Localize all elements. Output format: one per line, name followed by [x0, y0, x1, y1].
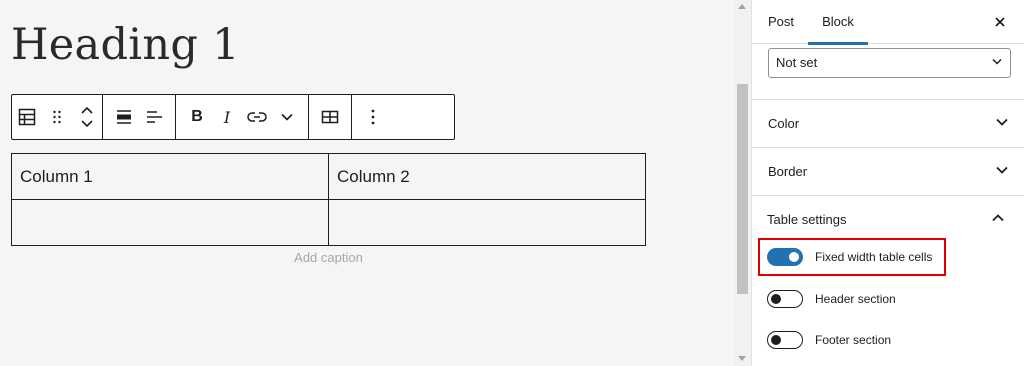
- panel-title: Border: [768, 164, 808, 179]
- table-settings-title[interactable]: Table settings: [767, 212, 847, 227]
- italic-label: I: [223, 107, 231, 127]
- tab-block[interactable]: Block: [808, 0, 868, 45]
- table-caption[interactable]: Add caption: [11, 250, 646, 265]
- link-icon[interactable]: [242, 95, 272, 139]
- table-cell[interactable]: Column 1: [11, 153, 329, 200]
- chevron-down-icon: [996, 118, 1008, 126]
- table-block: Column 1 Column 2 Add caption: [11, 153, 646, 265]
- editor-canvas: Heading 1 B I Column 1 Column 2 Add capt…: [0, 0, 734, 366]
- select-value: Not set: [776, 55, 818, 70]
- toggle-knob: [771, 294, 781, 304]
- panel-color[interactable]: Color: [752, 100, 1024, 148]
- toolbar-group-align: [103, 95, 176, 139]
- chevron-down-icon: [996, 166, 1008, 174]
- table-cell[interactable]: [328, 199, 646, 246]
- scrollbar-thumb[interactable]: [737, 84, 748, 294]
- chevron-down-icon[interactable]: [272, 95, 302, 139]
- table-icon[interactable]: [12, 95, 42, 139]
- toggle-label: Footer section: [815, 333, 892, 347]
- scroll-down-arrow-icon[interactable]: [738, 356, 746, 361]
- panel-title: Color: [768, 116, 800, 131]
- bold-icon[interactable]: B: [182, 95, 212, 139]
- sidebar-tabs: Post Block: [752, 0, 1024, 45]
- settings-sidebar: Post Block Not set Color Border: [751, 0, 1024, 366]
- drag-handle-icon[interactable]: [42, 95, 72, 139]
- footer-section-toggle[interactable]: [767, 331, 803, 349]
- block-toolbar: B I: [11, 94, 455, 140]
- select-section: Not set: [752, 44, 1024, 100]
- toggle-row-footer: Footer section: [767, 329, 891, 351]
- fixed-width-toggle[interactable]: [767, 248, 803, 266]
- tab-post[interactable]: Post: [768, 0, 794, 44]
- toolbar-group-format: B I: [176, 95, 309, 139]
- toggle-knob: [771, 335, 781, 345]
- table-cell[interactable]: [11, 199, 329, 246]
- more-options-icon[interactable]: [358, 95, 388, 139]
- data-table: Column 1 Column 2: [11, 153, 646, 246]
- italic-icon[interactable]: I: [212, 95, 242, 139]
- edit-table-icon[interactable]: [315, 95, 345, 139]
- scroll-up-arrow-icon[interactable]: [738, 4, 746, 9]
- table-row: Column 1 Column 2: [11, 153, 646, 200]
- toolbar-group-block: [12, 95, 103, 139]
- heading-block[interactable]: Heading 1: [11, 20, 240, 70]
- move-up-down-icon[interactable]: [72, 95, 102, 139]
- table-row: [11, 199, 646, 246]
- table-cell[interactable]: Column 2: [328, 153, 646, 200]
- toggle-row-fixed-width: Fixed width table cells: [767, 246, 932, 268]
- bold-label: B: [191, 108, 203, 125]
- toggle-knob: [789, 252, 799, 262]
- chevron-down-icon: [992, 58, 1002, 65]
- align-wide-icon[interactable]: [109, 95, 139, 139]
- select-dropdown[interactable]: Not set: [768, 48, 1011, 78]
- panel-border[interactable]: Border: [752, 148, 1024, 196]
- toolbar-group-more: [352, 95, 394, 139]
- toolbar-group-table: [309, 95, 352, 139]
- toggle-label: Header section: [815, 292, 896, 306]
- toggle-label: Fixed width table cells: [815, 250, 933, 264]
- text-align-left-icon[interactable]: [139, 95, 169, 139]
- header-section-toggle[interactable]: [767, 290, 803, 308]
- chevron-up-icon[interactable]: [992, 214, 1004, 222]
- close-icon[interactable]: [990, 12, 1010, 32]
- toggle-row-header: Header section: [767, 288, 896, 310]
